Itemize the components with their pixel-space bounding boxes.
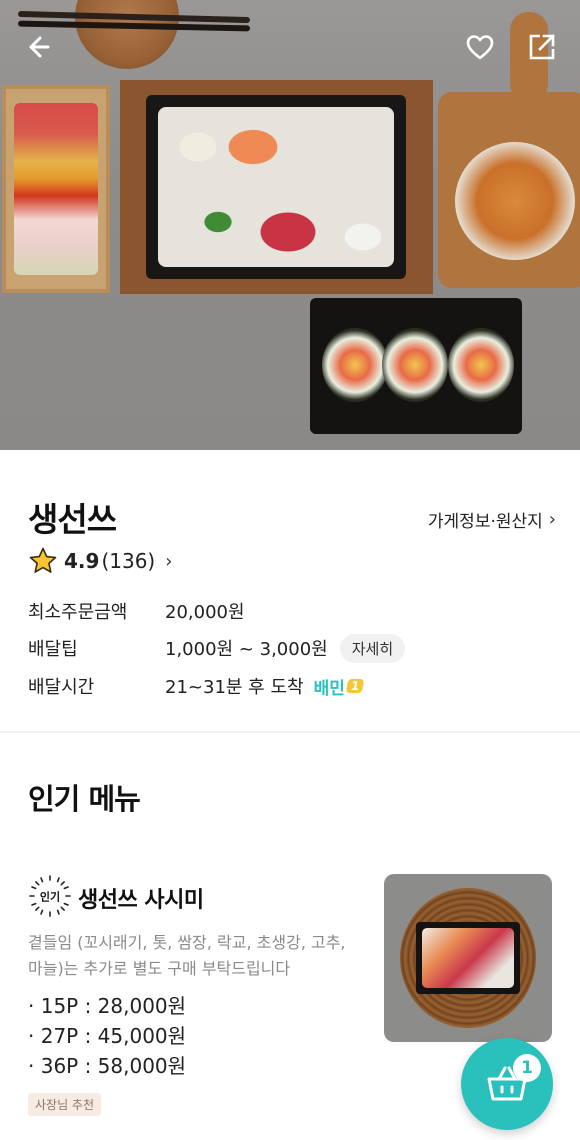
sushi-roll [382, 328, 448, 402]
baemin-logo-number: 1 [345, 679, 365, 693]
min-order-label: 최소주문금액 [28, 602, 128, 623]
store-name: 생선쓰 [28, 500, 117, 539]
share-icon[interactable] [527, 32, 557, 62]
chevron-right-icon[interactable]: › [165, 551, 172, 572]
price-option: · 27P : 45,000원 [28, 1024, 187, 1048]
owner-recommend-tag: 사장님 추천 [28, 1093, 102, 1116]
menu-name: 생선쓰 사시미 [78, 888, 204, 913]
delivery-time-row: 배달시간 21~31분 후 도착 배민 1 [28, 671, 365, 701]
section-divider [0, 731, 580, 733]
heart-icon[interactable] [465, 32, 495, 62]
min-order-row: 최소주문금액 20,000원 [28, 596, 245, 626]
cart-count-badge: 1 [513, 1054, 541, 1082]
sushi-roll [448, 328, 514, 402]
star-icon [28, 546, 58, 576]
menu-description: 곁들임 (꼬시래기, 톳, 쌈장, 락교, 초생강, 고추, 마늘)는 추가로 … [28, 933, 346, 978]
chevron-right-icon: › [548, 509, 556, 530]
price-option: · 15P : 28,000원 [28, 994, 187, 1018]
min-order-value: 20,000원 [165, 602, 245, 623]
delivery-time-value: 21~31분 후 도착 [165, 677, 304, 698]
sushi-roll [322, 328, 388, 402]
wooden-bowl [75, 0, 179, 69]
delivery-tip-value: 1,000원 ~ 3,000원 [165, 639, 328, 660]
store-info-link-label: 가게정보·원산지 [427, 512, 543, 532]
delivery-tip-detail-button[interactable]: 자세히 [339, 633, 406, 663]
price-option: · 36P : 58,000원 [28, 1054, 187, 1078]
store-hero-image [0, 0, 580, 450]
chirashi-box [2, 85, 110, 293]
review-count: (136) [101, 549, 156, 573]
rating-score: 4.9 [64, 549, 100, 573]
delivery-time-label: 배달시간 [28, 677, 95, 698]
popular-menu-title: 인기 메뉴 [28, 782, 141, 816]
cart-button[interactable] [461, 1038, 553, 1130]
baemin-logo-text: 배민 [313, 678, 345, 699]
sashimi-tray [146, 95, 406, 279]
delivery-tip-row: 배달팁 1,000원 ~ 3,000원 자세히 [28, 633, 406, 663]
store-info-link[interactable]: 가게정보·원산지 › [428, 507, 556, 532]
menu-image [384, 874, 552, 1042]
price-list: · 15P : 28,000원 · 27P : 45,000원 · 36P : … [28, 991, 186, 1081]
popular-badge-icon: 인기 [29, 875, 71, 917]
delivery-tip-label: 배달팁 [28, 639, 78, 660]
baemin1-logo: 배민 1 [313, 674, 365, 699]
rating-summary[interactable]: 4.9 (136) › [28, 546, 172, 576]
popular-badge-label: 인기 [40, 890, 60, 904]
poke-cup [455, 142, 575, 260]
back-arrow-icon[interactable] [22, 32, 52, 62]
